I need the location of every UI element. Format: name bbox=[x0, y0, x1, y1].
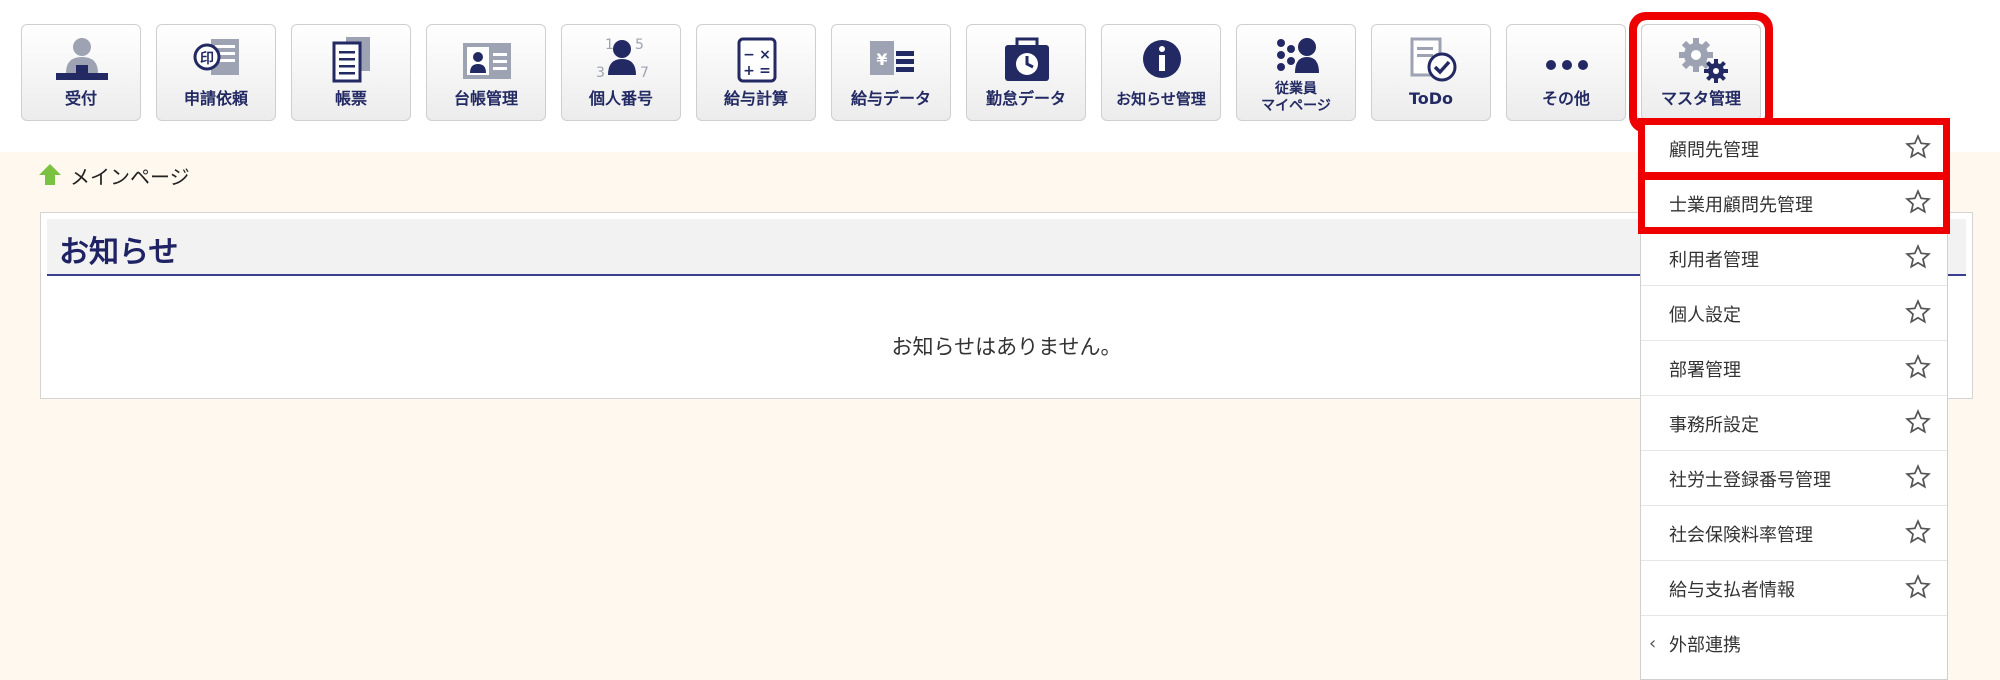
toolbar-button-attendance-data[interactable]: 勤怠データ bbox=[966, 24, 1086, 121]
toolbar-label: 申請依頼 bbox=[183, 89, 248, 108]
chevron-left-icon: ‹ bbox=[1649, 633, 1657, 654]
star-icon[interactable] bbox=[1905, 464, 1931, 490]
salary-data-icon: ¥ bbox=[870, 41, 914, 75]
menu-item-office-settings[interactable]: 事務所設定 bbox=[1641, 396, 1947, 451]
info-icon bbox=[1143, 40, 1181, 78]
timecard-clock-icon bbox=[1005, 37, 1049, 81]
menu-item-label: 社労士登録番号管理 bbox=[1669, 470, 1831, 491]
menu-item-label: 顧問先管理 bbox=[1669, 140, 1759, 161]
svg-text:3: 3 bbox=[596, 65, 605, 81]
toolbar-button-reception[interactable]: 受付 bbox=[21, 24, 141, 121]
toolbar-button-others[interactable]: その他 bbox=[1506, 24, 1626, 121]
toolbar-label-line1: 従業員 bbox=[1275, 81, 1317, 97]
id-card-icon bbox=[463, 43, 511, 79]
master-management-menu: 顧問先管理 士業用顧問先管理 利用者管理 個人設定 部署管理 事務所設定 社労士… bbox=[1638, 118, 1950, 680]
toolbar-label: 勤怠データ bbox=[985, 89, 1066, 108]
toolbar-button-ledger[interactable]: 台帳管理 bbox=[426, 24, 546, 121]
toolbar-button-application-request[interactable]: 印 申請依頼 bbox=[156, 24, 276, 121]
menu-item-label: 外部連携 bbox=[1669, 635, 1741, 656]
toolbar-button-master-management[interactable]: マスタ管理 bbox=[1641, 24, 1761, 121]
toolbar-label: 従業員 マイページ bbox=[1237, 81, 1355, 115]
menu-item-professional-client-management[interactable]: 士業用顧問先管理 bbox=[1638, 173, 1950, 234]
star-icon[interactable] bbox=[1905, 354, 1931, 380]
receptionist-icon bbox=[56, 38, 108, 80]
breadcrumb[interactable]: メインページ bbox=[38, 160, 190, 190]
toolbar-label: マスタ管理 bbox=[1660, 89, 1741, 108]
menu-item-label: 給与支払者情報 bbox=[1669, 580, 1795, 601]
menu-item-label: 個人設定 bbox=[1669, 305, 1741, 326]
toolbar-button-personal-number[interactable]: 1 5 3 7 個人番号 bbox=[561, 24, 681, 121]
svg-text:7: 7 bbox=[640, 65, 649, 81]
star-icon[interactable] bbox=[1905, 134, 1931, 160]
toolbar-label: 受付 bbox=[64, 89, 97, 108]
toolbar-button-employee-mypage[interactable]: 従業員 マイページ bbox=[1236, 24, 1356, 121]
menu-item-personal-settings[interactable]: 個人設定 bbox=[1641, 286, 1947, 341]
menu-item-client-management[interactable]: 顧問先管理 bbox=[1638, 118, 1950, 179]
star-icon[interactable] bbox=[1905, 299, 1931, 325]
menu-item-label: 部署管理 bbox=[1669, 360, 1741, 381]
menu-item-user-management[interactable]: 利用者管理 bbox=[1641, 231, 1947, 286]
menu-item-label: 利用者管理 bbox=[1669, 250, 1759, 271]
toolbar-button-notice-management[interactable]: お知らせ管理 bbox=[1101, 24, 1221, 121]
menu-item-payer-information[interactable]: 給与支払者情報 bbox=[1641, 561, 1947, 616]
person-number-icon: 1 5 3 7 bbox=[596, 37, 649, 81]
toolbar-label-line2: マイページ bbox=[1261, 98, 1331, 114]
menu-item-label: 士業用顧問先管理 bbox=[1669, 195, 1813, 216]
svg-text:+: + bbox=[743, 63, 755, 79]
svg-text:5: 5 bbox=[635, 37, 644, 53]
star-icon[interactable] bbox=[1905, 409, 1931, 435]
todo-check-icon bbox=[1410, 37, 1457, 82]
toolbar-label: お知らせ管理 bbox=[1116, 90, 1206, 108]
notice-title: お知らせ bbox=[59, 235, 179, 270]
toolbar-button-payroll-data[interactable]: ¥ 給与データ bbox=[831, 24, 951, 121]
breadcrumb-label[interactable]: メインページ bbox=[70, 161, 190, 190]
menu-item-external-integration[interactable]: ‹ 外部連携 bbox=[1641, 616, 1947, 671]
menu-item-department-management[interactable]: 部署管理 bbox=[1641, 341, 1947, 396]
toolbar-button-todo[interactable]: ToDo bbox=[1371, 24, 1491, 121]
svg-text:1: 1 bbox=[605, 37, 614, 53]
toolbar-label: 帳票 bbox=[334, 89, 367, 108]
employee-mypage-icon bbox=[1277, 38, 1319, 73]
star-icon[interactable] bbox=[1905, 574, 1931, 600]
toolbar-label: 台帳管理 bbox=[453, 89, 518, 108]
forms-stack-icon bbox=[332, 37, 370, 83]
menu-item-label: 事務所設定 bbox=[1669, 415, 1759, 436]
gears-icon bbox=[1679, 38, 1728, 83]
svg-text:×: × bbox=[759, 47, 771, 63]
toolbar-button-payroll-calc[interactable]: − × + = 給与計算 bbox=[696, 24, 816, 121]
toolbar-label: ToDo bbox=[1408, 89, 1454, 108]
calculator-icon: − × + = bbox=[737, 37, 777, 83]
svg-text:−: − bbox=[743, 47, 755, 63]
star-icon[interactable] bbox=[1905, 244, 1931, 270]
star-icon[interactable] bbox=[1905, 519, 1931, 545]
svg-text:=: = bbox=[759, 63, 771, 79]
toolbar-label: 給与計算 bbox=[723, 89, 788, 108]
more-dots-icon bbox=[1546, 60, 1588, 70]
menu-item-label: 社会保険料率管理 bbox=[1669, 525, 1813, 546]
toolbar-label: 給与データ bbox=[850, 89, 931, 108]
star-icon[interactable] bbox=[1905, 189, 1931, 215]
menu-item-insurance-rate-management[interactable]: 社会保険料率管理 bbox=[1641, 506, 1947, 561]
stamp-document-icon: 印 bbox=[193, 39, 239, 75]
svg-text:印: 印 bbox=[200, 50, 214, 67]
svg-text:¥: ¥ bbox=[876, 50, 887, 69]
menu-item-sharoushi-registration-number[interactable]: 社労士登録番号管理 bbox=[1641, 451, 1947, 506]
toolbar-button-forms[interactable]: 帳票 bbox=[291, 24, 411, 121]
toolbar-label: 個人番号 bbox=[588, 89, 653, 108]
toolbar-label: その他 bbox=[1541, 89, 1590, 108]
home-arrow-icon bbox=[39, 164, 61, 185]
